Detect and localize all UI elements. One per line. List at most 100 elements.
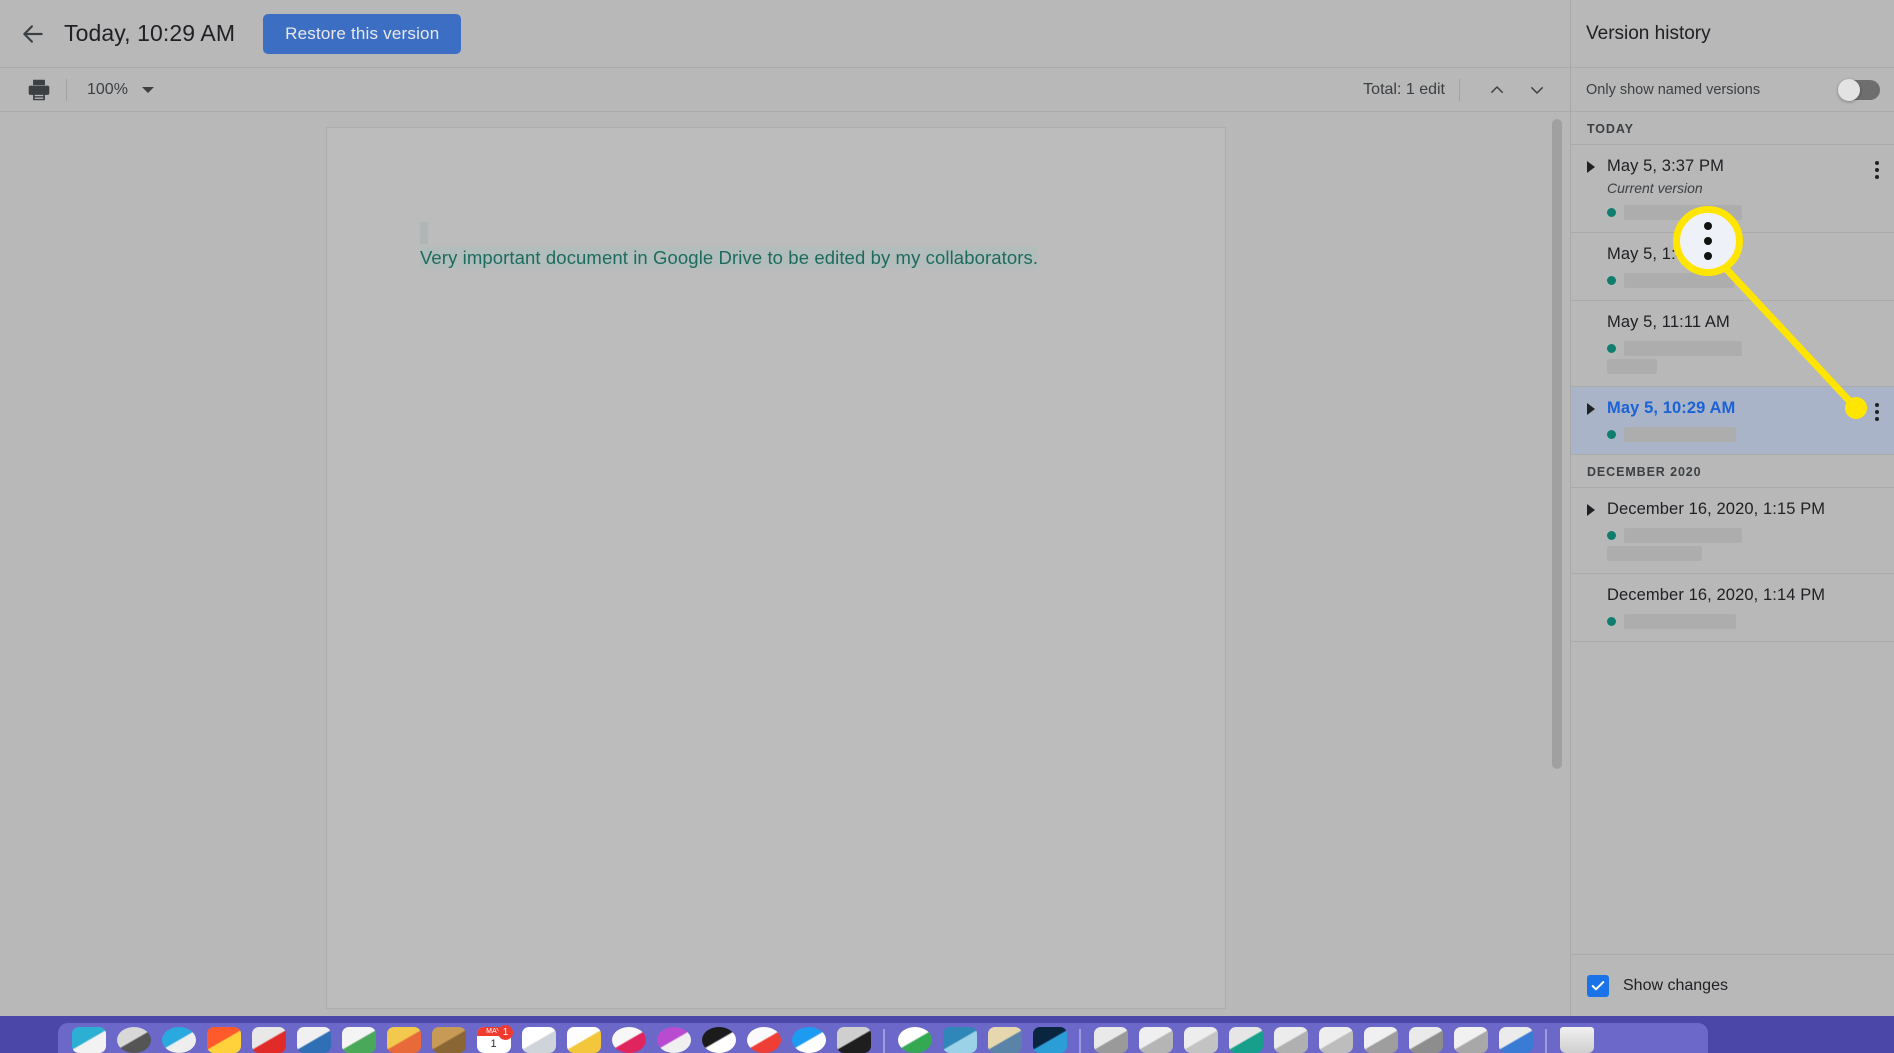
author-name-redacted <box>1624 273 1734 288</box>
dock-reminders-icon[interactable] <box>561 1025 606 1053</box>
caret-down-icon <box>141 86 154 93</box>
author-name-redacted <box>1624 205 1742 220</box>
sidebar-title: Version history <box>1586 22 1711 44</box>
dock-vmware-icon[interactable] <box>937 1025 982 1053</box>
dock-notes-card-icon[interactable] <box>516 1025 561 1053</box>
version-item-header: May 5, 1:45 PM <box>1587 245 1884 264</box>
dock-window-list-icon[interactable] <box>1313 1025 1358 1053</box>
version-history-topbar: Today, 10:29 AM Restore this version <box>0 0 1570 68</box>
dock-window-news-icon[interactable] <box>1403 1025 1448 1053</box>
document-scrollbar[interactable] <box>1552 113 1562 1016</box>
show-changes-label: Show changes <box>1623 976 1728 994</box>
show-changes-checkbox[interactable] <box>1587 974 1609 997</box>
text-cursor-block <box>420 222 428 244</box>
dock-window-pane-icon[interactable] <box>1448 1025 1493 1053</box>
author-color-dot <box>1607 276 1616 285</box>
author-color-dot <box>1607 531 1616 540</box>
version-timestamp-label: May 5, 3:37 PM <box>1607 157 1724 175</box>
zoom-level-value: 100% <box>87 80 128 98</box>
version-more-actions-overflow-menu-dots-icon[interactable] <box>1867 401 1887 423</box>
restore-this-version-button[interactable]: Restore this version <box>263 13 462 54</box>
version-group-header: TODAY <box>1571 112 1894 145</box>
document-canvas: Very important document in Google Drive … <box>0 113 1570 1016</box>
show-changes-row[interactable]: Show changes <box>1571 954 1894 1016</box>
version-item-header: May 5, 11:11 AM <box>1587 313 1884 332</box>
version-list-item[interactable]: May 5, 3:37 PM Current version <box>1571 145 1894 233</box>
document-page: Very important document in Google Drive … <box>327 128 1225 1008</box>
dock-stamp-photo-icon[interactable] <box>291 1025 336 1053</box>
version-list-item[interactable]: May 5, 10:29 AM <box>1571 387 1894 455</box>
version-timestamp-label: December 16, 2020, 1:14 PM <box>1607 586 1826 604</box>
toolbar-divider <box>66 78 67 101</box>
dock-separator <box>883 1029 885 1053</box>
dock-contacts-icon[interactable] <box>426 1025 471 1053</box>
next-edit-chevron-down-icon[interactable] <box>1520 75 1554 105</box>
dock-podcasts-icon[interactable] <box>651 1025 696 1053</box>
version-history-sidebar: Version history Only show named versions… <box>1570 0 1894 1016</box>
dock-window-blank-icon[interactable] <box>1178 1025 1223 1053</box>
dock-paypal-icon[interactable] <box>1027 1025 1072 1053</box>
macos-dock: MAY 1 1 <box>0 1016 1894 1053</box>
google-docs-version-history-window: Today, 10:29 AM Restore this version 100… <box>0 0 1894 1016</box>
toggle-knob <box>1838 78 1860 101</box>
version-timestamp-label: May 5, 10:29 AM <box>1607 399 1736 417</box>
version-list-item[interactable]: May 5, 1:45 PM <box>1571 233 1894 301</box>
dock-window-sheet-icon[interactable] <box>1358 1025 1403 1053</box>
author-name-redacted-2 <box>1607 359 1657 374</box>
only-show-named-versions-label: Only show named versions <box>1586 81 1761 98</box>
version-item-header: December 16, 2020, 1:15 PM <box>1587 500 1884 519</box>
dock-separator <box>1545 1029 1547 1053</box>
dock-tv-icon[interactable] <box>696 1025 741 1053</box>
screen: Today, 10:29 AM Restore this version 100… <box>0 0 1894 1053</box>
dock-photos-icon[interactable] <box>201 1025 246 1053</box>
version-timestamp-label: May 5, 1:45 PM <box>1607 245 1724 263</box>
back-arrow-icon[interactable] <box>10 11 56 57</box>
dock-system-prefs-icon[interactable] <box>831 1025 876 1053</box>
page-title: Today, 10:29 AM <box>64 20 236 46</box>
edits-navigation: Total: 1 edit <box>1363 75 1570 105</box>
dock-finder-icon[interactable] <box>66 1025 111 1053</box>
author-name-redacted <box>1624 614 1736 629</box>
version-more-actions-overflow-menu-dots-icon[interactable] <box>1867 159 1887 181</box>
zoom-level-select[interactable]: 100% <box>81 79 160 101</box>
printer-icon[interactable] <box>26 77 52 103</box>
dock-safari-icon[interactable] <box>156 1025 201 1053</box>
dock-window-form-icon[interactable] <box>1268 1025 1313 1053</box>
dock-launchpad-icon[interactable] <box>111 1025 156 1053</box>
dock-window-text-icon[interactable] <box>1133 1025 1178 1053</box>
dock-separator <box>1079 1029 1081 1053</box>
version-list-item[interactable]: May 5, 11:11 AM <box>1571 301 1894 387</box>
version-list: TODAY May 5, 3:37 PM Current version May 5,… <box>1571 112 1894 954</box>
expand-triangle-icon[interactable] <box>1587 402 1601 415</box>
dock-camera-icon[interactable] <box>246 1025 291 1053</box>
dock-items: MAY 1 1 <box>58 1023 1708 1053</box>
version-list-item[interactable]: December 16, 2020, 1:15 PM <box>1571 488 1894 574</box>
dock-news-icon[interactable] <box>741 1025 786 1053</box>
dock-calendar-icon[interactable]: MAY 1 1 <box>471 1025 516 1053</box>
author-name-redacted <box>1624 427 1736 442</box>
dock-appstore-icon[interactable] <box>786 1025 831 1053</box>
dock-chrome-icon[interactable] <box>892 1025 937 1053</box>
dock-music-icon[interactable] <box>606 1025 651 1053</box>
version-item-header: May 5, 3:37 PM <box>1587 157 1884 176</box>
only-show-named-versions-row: Only show named versions <box>1571 68 1894 112</box>
document-scrollbar-thumb[interactable] <box>1552 119 1562 769</box>
paragraph-text: Very important document in Google Drive … <box>420 247 1039 268</box>
author-color-dot <box>1607 430 1616 439</box>
version-author-row <box>1607 273 1884 288</box>
expand-triangle-icon[interactable] <box>1587 160 1601 173</box>
only-show-named-versions-toggle[interactable] <box>1838 78 1880 101</box>
dock-window-blue-icon[interactable] <box>1493 1025 1538 1053</box>
dock-maps-icon[interactable] <box>381 1025 426 1053</box>
version-list-item[interactable]: December 16, 2020, 1:14 PM <box>1571 574 1894 642</box>
dock-window-doc-icon[interactable] <box>1088 1025 1133 1053</box>
dock-keynote-icon[interactable] <box>336 1025 381 1053</box>
version-author-row <box>1607 427 1884 442</box>
dock-window-green-icon[interactable] <box>1223 1025 1268 1053</box>
version-timestamp-label: December 16, 2020, 1:15 PM <box>1607 500 1826 518</box>
dock-trash-icon[interactable] <box>1554 1025 1599 1053</box>
dock-picture-frame-icon[interactable] <box>982 1025 1027 1053</box>
expand-triangle-icon[interactable] <box>1587 503 1601 516</box>
document-paragraph: Very important document in Google Drive … <box>420 245 1155 271</box>
previous-edit-chevron-up-icon[interactable] <box>1480 75 1514 105</box>
